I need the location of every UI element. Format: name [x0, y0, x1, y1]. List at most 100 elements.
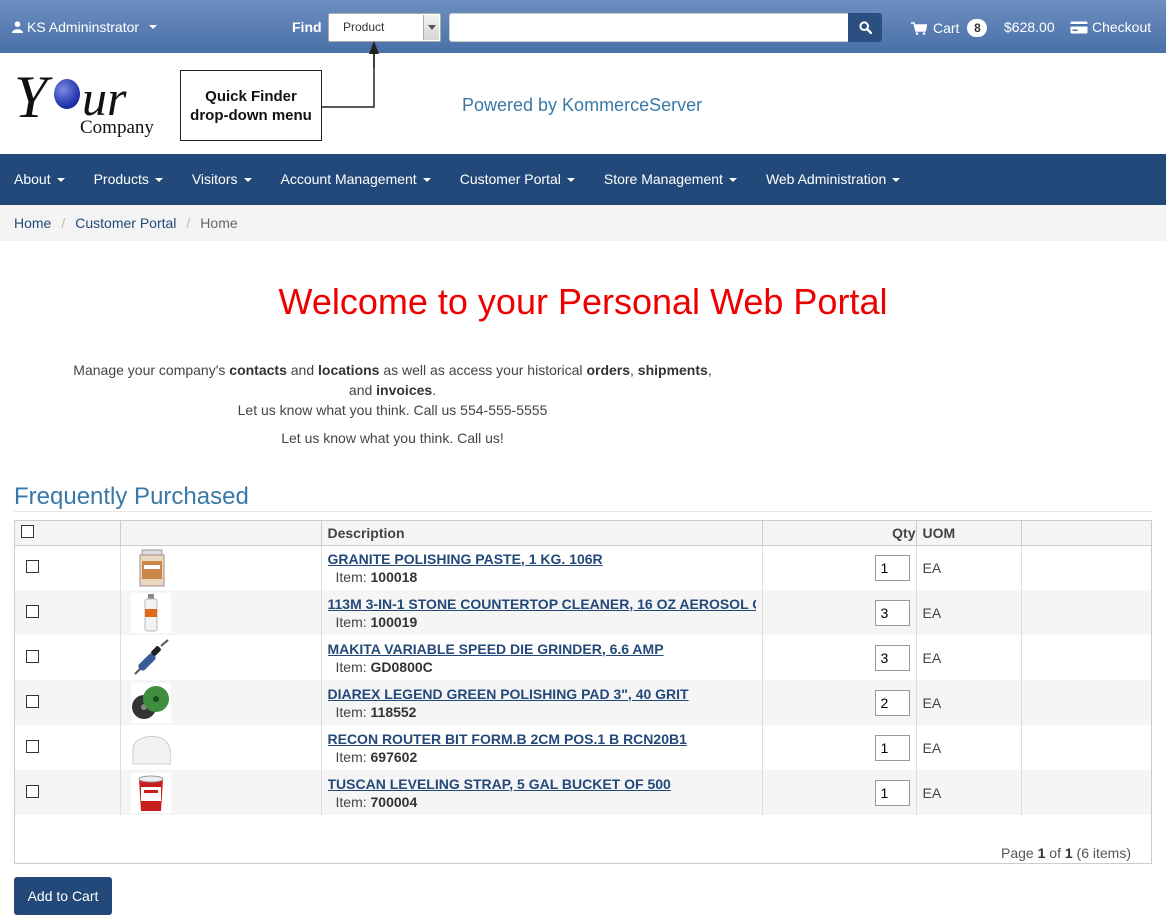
user-icon: [12, 21, 23, 33]
table-header-row: Description Qty UOM: [15, 521, 1151, 546]
router-bit-profile-image[interactable]: [131, 728, 171, 768]
search-icon: [858, 21, 872, 34]
chevron-down-icon: [422, 178, 431, 183]
checkout-link[interactable]: Checkout: [1070, 19, 1151, 35]
qty-input[interactable]: [874, 734, 910, 761]
nav-about[interactable]: About: [0, 154, 80, 205]
cart-link[interactable]: Cart 8: [911, 19, 988, 37]
image-header: [120, 521, 322, 546]
uom-cell: EA: [916, 770, 1022, 815]
table-row: 113M 3-IN-1 STONE COUNTERTOP CLEANER, 16…: [15, 590, 1151, 635]
nav-products[interactable]: Products: [80, 154, 178, 205]
table-row: TUSCAN LEVELING STRAP, 5 GAL BUCKET OF 5…: [15, 770, 1151, 815]
row-checkbox[interactable]: [26, 649, 39, 663]
frequently-purchased-grid: Description Qty UOM GRANITE POLISHING PA…: [14, 520, 1152, 864]
table-row: DIAREX LEGEND GREEN POLISHING PAD 3", 40…: [15, 680, 1151, 725]
uom-cell: EA: [916, 680, 1022, 725]
call-us-text: Let us know what you think. Call us!: [281, 430, 504, 446]
dropdown-arrow-icon[interactable]: [423, 15, 439, 40]
chevron-down-icon: [56, 178, 65, 183]
products-table: Description Qty UOM GRANITE POLISHING PA…: [15, 521, 1151, 815]
quick-finder-select[interactable]: Product: [328, 13, 441, 42]
powered-by-text: Powered by KommerceServer: [462, 95, 703, 115]
uom-cell: EA: [916, 590, 1022, 635]
chevron-down-icon: [892, 178, 901, 183]
row-checkbox[interactable]: [26, 784, 39, 798]
section-divider: [14, 511, 1152, 512]
uom-cell: EA: [916, 635, 1022, 680]
item-number: 700004: [370, 793, 418, 810]
product-link[interactable]: TUSCAN LEVELING STRAP, 5 GAL BUCKET OF 5…: [328, 776, 756, 792]
die-grinder-image[interactable]: [131, 638, 171, 678]
breadcrumb-separator: /: [186, 215, 191, 231]
top-bar: KS Admininstrator Find Product Cart 8 $6…: [0, 0, 1166, 53]
product-link[interactable]: DIAREX LEGEND GREEN POLISHING PAD 3", 40…: [328, 686, 756, 702]
uom-cell: EA: [916, 725, 1022, 770]
paste-jar-image[interactable]: [131, 548, 171, 588]
item-number: 100018: [370, 568, 418, 585]
table-row: MAKITA VARIABLE SPEED DIE GRINDER, 6.6 A…: [15, 635, 1151, 680]
credit-card-icon: [1070, 21, 1088, 33]
product-link[interactable]: 113M 3-IN-1 STONE COUNTERTOP CLEANER, 16…: [328, 596, 756, 612]
callout-arrow-head: [369, 41, 379, 68]
uom-cell: EA: [916, 545, 1022, 590]
product-link[interactable]: MAKITA VARIABLE SPEED DIE GRINDER, 6.6 A…: [328, 641, 756, 657]
search-button[interactable]: [848, 13, 882, 42]
nav-customer-portal[interactable]: Customer Portal: [446, 154, 590, 205]
main-nav: About Products Visitors Account Manageme…: [0, 154, 1166, 205]
uom-header: UOM: [916, 521, 1022, 546]
breadcrumb: Home / Customer Portal / Home: [0, 205, 1166, 241]
row-checkbox[interactable]: [26, 694, 39, 708]
polishing-pad-image[interactable]: [130, 682, 171, 723]
chevron-down-icon: [154, 178, 163, 183]
add-to-cart-button[interactable]: Add to Cart: [14, 877, 112, 915]
breadcrumb-customer-portal[interactable]: Customer Portal: [75, 215, 176, 231]
nav-visitors[interactable]: Visitors: [178, 154, 267, 205]
breadcrumb-home[interactable]: Home: [14, 215, 51, 231]
bucket-image[interactable]: [130, 772, 171, 813]
section-title: Frequently Purchased: [14, 483, 249, 510]
product-link[interactable]: RECON ROUTER BIT FORM.B 2CM POS.1 B RCN2…: [328, 731, 756, 747]
nav-web-administration[interactable]: Web Administration: [752, 154, 915, 205]
item-number: 697602: [370, 748, 418, 765]
pager-info: Page 1 of 1 (6 items): [1001, 845, 1131, 861]
table-row: RECON ROUTER BIT FORM.B 2CM POS.1 B RCN2…: [15, 725, 1151, 770]
intro-text: Manage your company's contacts and locat…: [73, 362, 712, 418]
page-title: Welcome to your Personal Web Portal: [278, 281, 888, 322]
table-row: GRANITE POLISHING PASTE, 1 KG. 106R Item:…: [15, 545, 1151, 590]
qty-header: Qty: [762, 521, 917, 546]
nav-store-management[interactable]: Store Management: [590, 154, 752, 205]
chevron-down-icon: [728, 178, 737, 183]
extra-header: [1021, 521, 1151, 546]
site-header: Y ur Company Quick Finder drop-down menu…: [0, 53, 1166, 154]
item-number: 100019: [370, 613, 418, 630]
qty-input[interactable]: [874, 599, 910, 626]
row-checkbox[interactable]: [26, 739, 39, 753]
user-menu[interactable]: KS Admininstrator: [12, 19, 158, 35]
checkout-label: Checkout: [1092, 19, 1152, 35]
qty-input[interactable]: [874, 779, 910, 806]
qty-input[interactable]: [874, 554, 910, 581]
qty-input[interactable]: [874, 644, 910, 671]
user-name: KS Admininstrator: [27, 19, 140, 35]
select-all-checkbox[interactable]: [21, 524, 34, 538]
search-input[interactable]: [449, 13, 849, 42]
row-checkbox[interactable]: [26, 604, 39, 618]
call-us-phone: Let us know what you think. Call us 554-…: [237, 402, 548, 418]
cart-count-badge: 8: [967, 19, 988, 37]
select-all-header: [15, 521, 121, 546]
chevron-down-icon: [149, 25, 158, 29]
qty-input[interactable]: [874, 689, 910, 716]
item-number: 118552: [370, 703, 417, 720]
cart-total[interactable]: $628.00: [1004, 19, 1055, 35]
aerosol-can-image[interactable]: [130, 592, 171, 633]
item-number: GD0800C: [370, 658, 433, 675]
product-link[interactable]: GRANITE POLISHING PASTE, 1 KG. 106R: [328, 551, 756, 567]
breadcrumb-current: Home: [200, 215, 238, 231]
nav-account-management[interactable]: Account Management: [267, 154, 446, 205]
row-checkbox[interactable]: [26, 559, 39, 573]
find-label: Find: [292, 19, 322, 35]
description-header: Description: [321, 521, 763, 546]
quick-finder-value: Product: [343, 20, 385, 34]
cart-label: Cart: [933, 20, 960, 36]
